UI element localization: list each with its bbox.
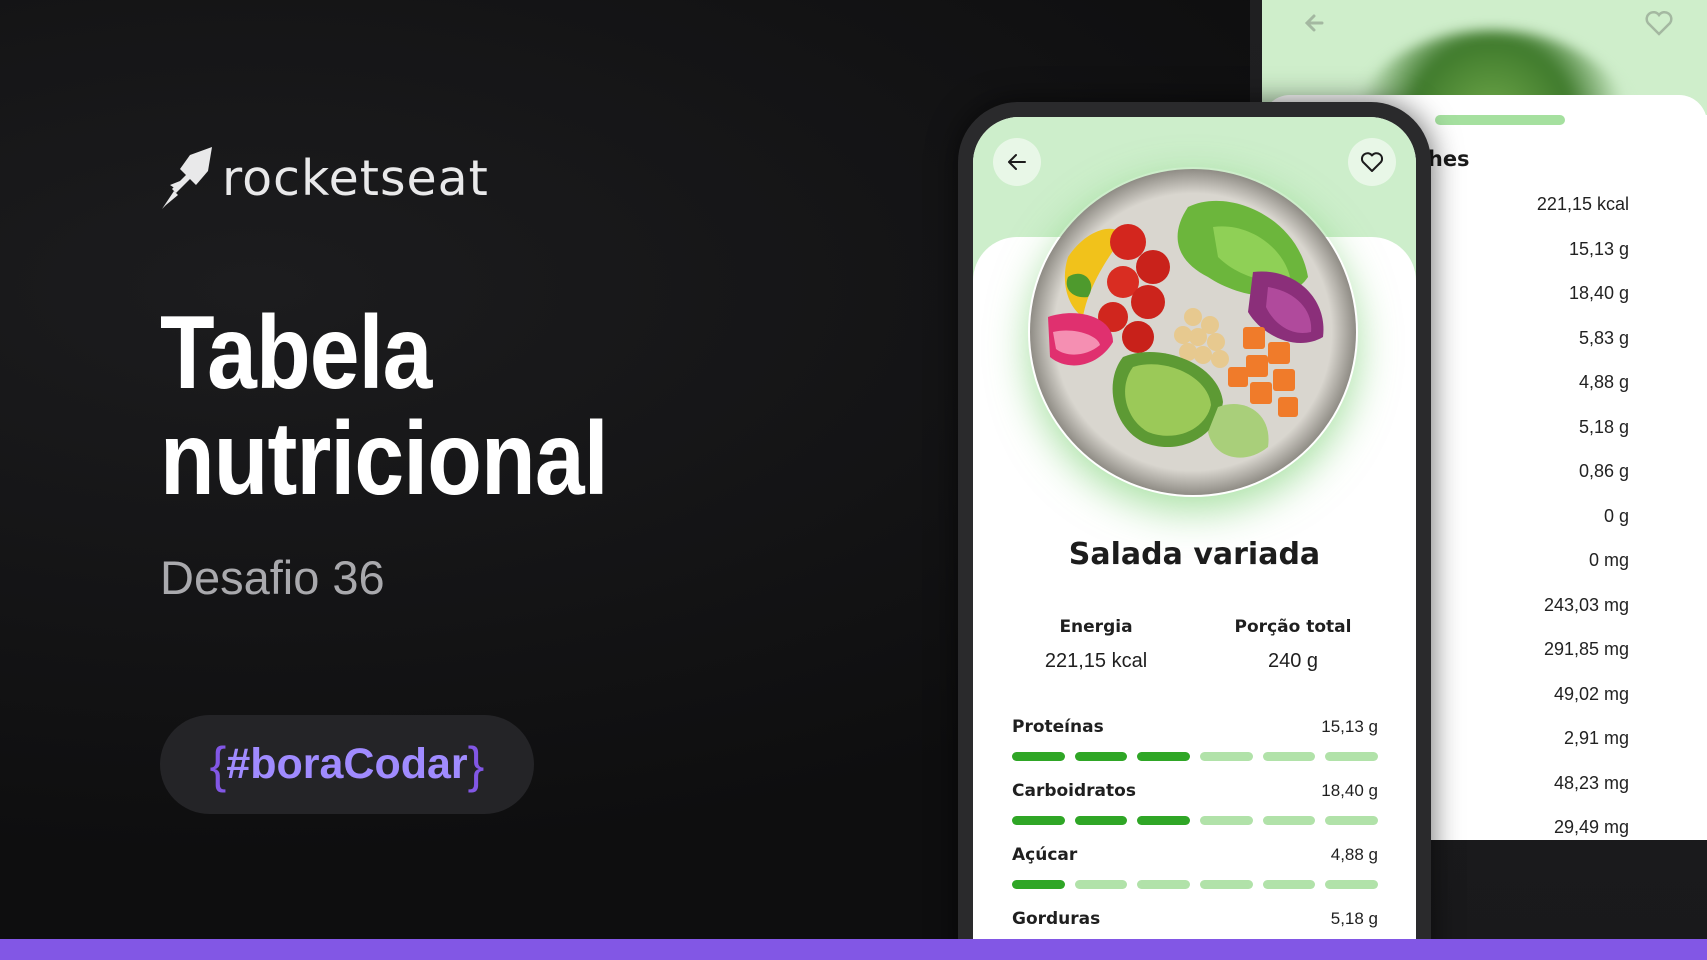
food-name: Salada variada xyxy=(1068,537,1321,572)
hashtag-badge: { #boraCodar } xyxy=(160,715,534,814)
level-segment xyxy=(1325,880,1379,889)
level-segment xyxy=(1012,816,1065,825)
level-segment xyxy=(1200,752,1253,761)
rocket-icon xyxy=(162,147,212,209)
nutrient-level-bar xyxy=(1012,816,1379,825)
nutrient-value: 5,18 g xyxy=(1330,909,1378,928)
nutrient-name: Proteínas xyxy=(1012,717,1104,737)
nutrient-carbs: Carboidratos 18,40 g xyxy=(1012,781,1379,825)
heart-icon xyxy=(1360,152,1384,172)
level-segment xyxy=(1137,816,1191,825)
level-segment xyxy=(1137,880,1191,889)
level-segment xyxy=(1262,816,1316,825)
salad-image xyxy=(1028,167,1358,497)
nutrient-value: 15,13 g xyxy=(1321,717,1378,736)
detail-row-value: 221,15 kcal xyxy=(1536,194,1629,214)
detail-row-value: 29,49 mg xyxy=(1553,817,1629,837)
level-segment xyxy=(1074,880,1128,889)
detail-row-value: 0,86 g xyxy=(1578,461,1629,481)
detail-row-value: 0 g xyxy=(1603,505,1629,526)
level-segment xyxy=(1325,816,1379,825)
title-line-2: nutricional xyxy=(160,401,609,517)
level-segment xyxy=(1262,752,1316,761)
nutrient-fats: Gorduras 5,18 g xyxy=(1012,909,1378,929)
salad-bowl-illustration xyxy=(1030,169,1356,495)
detail-row-value: 15,13 g xyxy=(1568,238,1629,259)
title-line-1: Tabela xyxy=(160,295,432,411)
accent-bar xyxy=(0,939,1707,960)
page-title: Tabela nutricional xyxy=(160,300,676,512)
nutrient-name: Açúcar xyxy=(1012,845,1078,865)
hashtag-text: #boraCodar xyxy=(226,740,468,788)
detail-row-value: 48,23 mg xyxy=(1553,772,1629,793)
nutrient-proteins: Proteínas 15,13 g xyxy=(1012,717,1379,761)
nutrient-sugar: Açúcar 4,88 g xyxy=(1012,845,1379,889)
detail-row-value: 5,18 g xyxy=(1578,416,1629,437)
stat-label: Porção total xyxy=(1234,617,1352,637)
nutrient-value: 4,88 g xyxy=(1330,845,1378,864)
level-segment xyxy=(1012,752,1065,761)
level-segment xyxy=(1200,880,1253,889)
level-segment xyxy=(1325,752,1379,761)
detail-row-value: 243,03 mg xyxy=(1543,594,1629,615)
arrow-left-icon[interactable] xyxy=(1298,6,1332,40)
nutrient-level-bar xyxy=(1012,752,1379,761)
level-segment xyxy=(1012,880,1065,889)
nutrient-name: Gorduras xyxy=(1012,909,1101,929)
level-segment xyxy=(1200,816,1253,825)
stat-label: Energia xyxy=(1059,617,1133,637)
level-segment xyxy=(1262,880,1316,889)
subtitle: Desafio 36 xyxy=(160,551,385,604)
stat-energy: Energia 221,15 kcal xyxy=(996,617,1196,673)
level-segment xyxy=(1074,816,1128,825)
brand-name: rocketseat xyxy=(222,149,489,207)
detail-row-value: 2,91 mg xyxy=(1563,728,1629,748)
nutrient-level-bar xyxy=(1012,880,1379,889)
brace-close: } xyxy=(467,736,485,793)
detail-row-value: 0 mg xyxy=(1588,550,1629,570)
stat-value: 240 g xyxy=(1267,650,1319,672)
stat-portion: Porção total 240 g xyxy=(1193,617,1393,673)
stat-value: 221,15 kcal xyxy=(1044,650,1148,672)
nutrient-name: Carboidratos xyxy=(1012,781,1136,801)
brace-open: { xyxy=(209,736,227,793)
level-segment xyxy=(1074,752,1128,761)
nutrient-value: 18,40 g xyxy=(1321,781,1378,800)
heart-icon[interactable] xyxy=(1642,6,1676,40)
phone-screen: Salada variada Energia 221,15 kcal Porçã… xyxy=(973,117,1416,939)
sheet-handle[interactable] xyxy=(1435,115,1565,125)
detail-row-value: 4,88 g xyxy=(1578,372,1629,392)
detail-row-value: 5,83 g xyxy=(1578,327,1629,348)
level-segment xyxy=(1137,752,1191,761)
rocketseat-logo: rocketseat xyxy=(160,143,489,213)
detail-row-value: 18,40 g xyxy=(1568,283,1629,303)
detail-row-value: 49,02 mg xyxy=(1553,683,1629,704)
arrow-left-icon xyxy=(1008,154,1026,170)
detail-row-value: 291,85 mg xyxy=(1543,639,1629,659)
